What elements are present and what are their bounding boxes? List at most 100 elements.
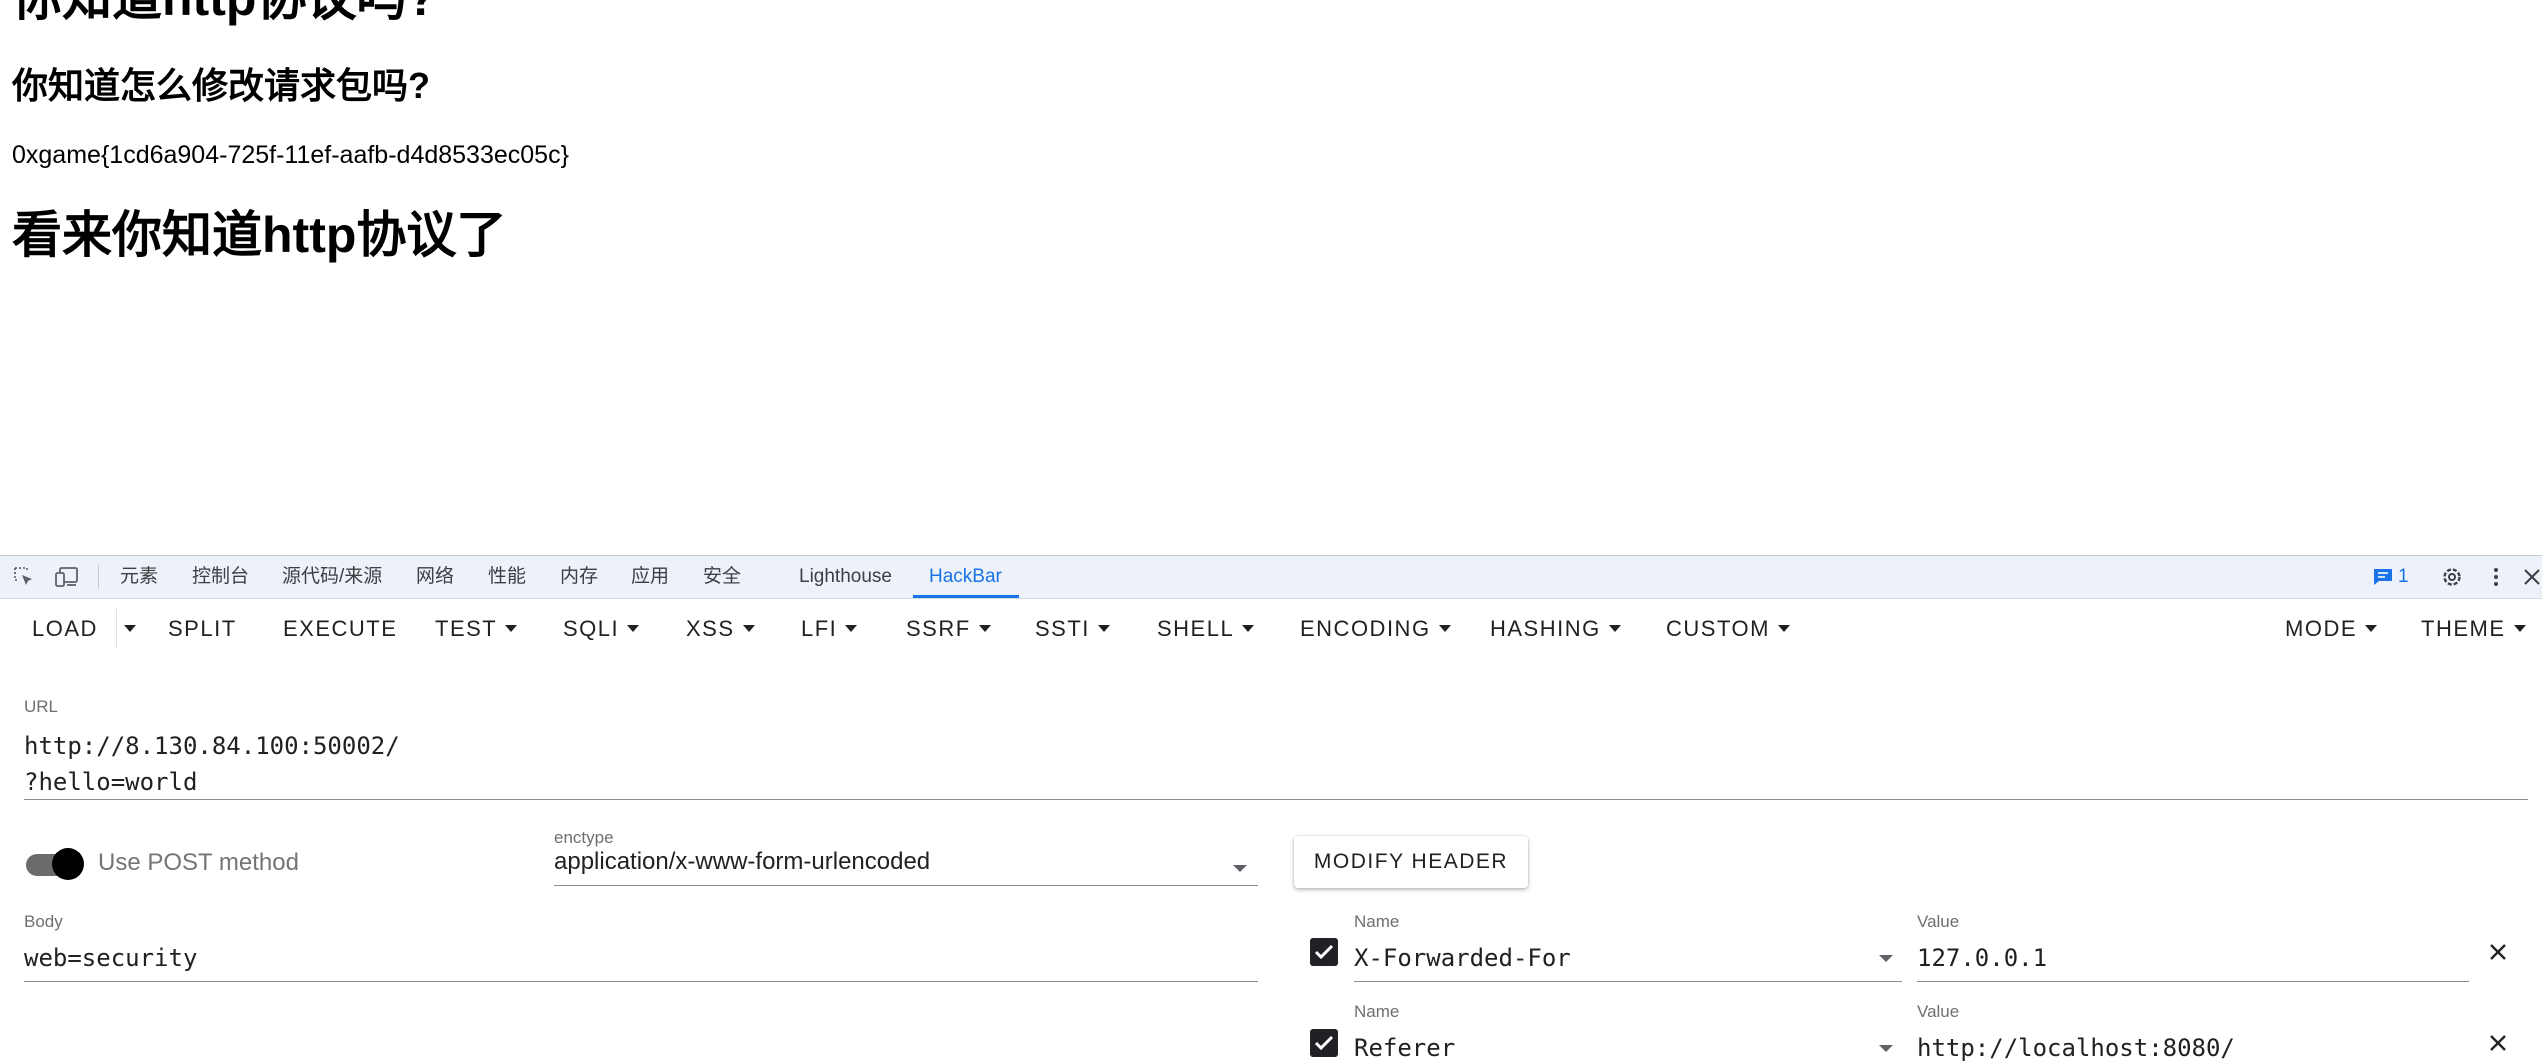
checkmark-icon [1314, 944, 1334, 960]
chevron-down-icon [1777, 624, 1790, 632]
settings-gear-icon[interactable] [2440, 565, 2464, 589]
test-menu[interactable]: TEST [435, 599, 518, 659]
chevron-down-icon [742, 624, 755, 632]
theme-menu-label: THEME [2421, 616, 2506, 641]
chevron-down-icon [978, 624, 991, 632]
xss-menu[interactable]: XSS [686, 599, 755, 659]
header-enabled-checkbox[interactable] [1310, 1029, 1338, 1057]
page-heading-bottom: 看来你知道http协议了 [12, 207, 507, 263]
header-name-chevron-down-icon[interactable] [1879, 1045, 1893, 1052]
tab-performance[interactable]: 性能 [488, 556, 526, 598]
tab-application[interactable]: 应用 [631, 556, 669, 598]
custom-menu-label: CUSTOM [1666, 616, 1770, 641]
test-menu-label: TEST [435, 616, 498, 641]
web-page-content: 你知道http协议吗? 你知道怎么修改请求包吗? 0xgame{1cd6a904… [0, 0, 2542, 555]
tab-sources[interactable]: 源代码/来源 [282, 556, 382, 598]
enctype-underline [554, 885, 1258, 886]
header-name-chevron-down-icon[interactable] [1879, 955, 1893, 962]
header-enabled-checkbox[interactable] [1310, 938, 1338, 966]
chevron-down-icon [505, 624, 518, 632]
issues-counter[interactable]: 1 [2372, 556, 2409, 598]
header-value-underline [1917, 981, 2469, 982]
xss-menu-label: XSS [686, 616, 735, 641]
modify-header-button[interactable]: MODIFY HEADER [1294, 836, 1528, 888]
header-value-input[interactable]: http://localhost:8080/ [1917, 1032, 2235, 1064]
mode-menu[interactable]: MODE [2285, 599, 2377, 659]
use-post-label: Use POST method [98, 849, 299, 876]
ssti-menu-label: SSTI [1035, 616, 1090, 641]
tab-lighthouse[interactable]: Lighthouse [799, 556, 892, 598]
page-subheading: 你知道怎么修改请求包吗? [12, 65, 430, 106]
remove-header-icon[interactable] [2488, 1033, 2508, 1053]
header-value-input[interactable]: 127.0.0.1 [1917, 942, 2047, 974]
load-button[interactable]: LOAD [32, 599, 98, 659]
body-input[interactable]: web=security [24, 942, 197, 974]
load-options-dropdown[interactable] [116, 599, 140, 659]
chevron-down-icon [1608, 624, 1621, 632]
sqli-menu[interactable]: SQLI [563, 599, 640, 659]
page-heading-top: 你知道http协议吗? [12, 0, 437, 28]
active-tab-indicator [913, 595, 1019, 598]
remove-header-icon[interactable] [2488, 942, 2508, 962]
inspect-element-icon[interactable] [12, 565, 36, 589]
tab-hackbar[interactable]: HackBar [929, 556, 1002, 598]
header-name-label: Name [1354, 1002, 1400, 1021]
header-value-label: Value [1917, 912, 1960, 931]
body-label: Body [24, 912, 63, 931]
chevron-down-icon [2513, 624, 2526, 632]
hackbar-toolbar: LOAD SPLIT EXECUTE TEST SQLI XSS LFI SSR… [0, 599, 2542, 659]
close-devtools-icon[interactable] [2522, 565, 2542, 589]
header-value-label: Value [1917, 1002, 1960, 1021]
enctype-select[interactable]: application/x-www-form-urlencoded [554, 848, 930, 876]
chevron-down-icon [124, 624, 136, 632]
chevron-down-icon [2365, 624, 2377, 632]
lfi-menu[interactable]: LFI [801, 599, 858, 659]
tabbar-separator [98, 565, 99, 589]
tab-console[interactable]: 控制台 [192, 556, 249, 598]
flag-text: 0xgame{1cd6a904-725f-11ef-aafb-d4d8533ec… [12, 141, 569, 169]
chevron-down-icon [1242, 624, 1255, 632]
hashing-menu-label: HASHING [1490, 616, 1601, 641]
more-options-icon[interactable] [2484, 565, 2508, 589]
tab-network[interactable]: 网络 [416, 556, 454, 598]
devtools-panel: 元素 控制台 源代码/来源 网络 性能 内存 应用 安全 Lighthouse … [0, 555, 2542, 1062]
custom-menu[interactable]: CUSTOM [1666, 599, 1790, 659]
enctype-chevron-down-icon[interactable] [1233, 865, 1247, 872]
hashing-menu[interactable]: HASHING [1490, 599, 1621, 659]
encoding-menu[interactable]: ENCODING [1300, 599, 1451, 659]
body-input-underline [24, 981, 1258, 982]
chevron-down-icon [1097, 624, 1110, 632]
url-input[interactable]: http://8.130.84.100:50002/ ?hello=world [24, 728, 400, 800]
shell-menu-label: SHELL [1157, 616, 1235, 641]
mode-menu-label: MODE [2285, 616, 2357, 641]
sqli-menu-label: SQLI [563, 616, 620, 641]
checkmark-icon [1314, 1035, 1334, 1051]
header-name-input[interactable]: X-Forwarded-For [1354, 942, 1571, 974]
enctype-label: enctype [554, 828, 614, 847]
split-button[interactable]: SPLIT [168, 599, 237, 659]
chevron-down-icon [845, 624, 858, 632]
ssrf-menu[interactable]: SSRF [906, 599, 991, 659]
execute-button[interactable]: EXECUTE [283, 599, 397, 659]
theme-menu[interactable]: THEME [2421, 599, 2526, 659]
header-name-input[interactable]: Referer [1354, 1032, 1455, 1064]
chevron-down-icon [627, 624, 640, 632]
issues-icon [2374, 568, 2392, 585]
ssti-menu[interactable]: SSTI [1035, 599, 1110, 659]
issues-count: 1 [2398, 566, 2409, 587]
tab-memory[interactable]: 内存 [560, 556, 598, 598]
toggle-knob [52, 848, 84, 880]
url-input-underline [24, 799, 2528, 800]
shell-menu[interactable]: SHELL [1157, 599, 1255, 659]
use-post-toggle[interactable] [24, 846, 86, 882]
header-name-label: Name [1354, 912, 1400, 931]
chevron-down-icon [1438, 624, 1451, 632]
ssrf-menu-label: SSRF [906, 616, 971, 641]
tab-elements[interactable]: 元素 [120, 556, 158, 598]
url-label: URL [24, 697, 59, 716]
devtools-tabbar: 元素 控制台 源代码/来源 网络 性能 内存 应用 安全 Lighthouse … [0, 556, 2542, 599]
header-name-underline [1354, 981, 1902, 982]
tab-security[interactable]: 安全 [703, 556, 741, 598]
encoding-menu-label: ENCODING [1300, 616, 1431, 641]
device-toolbar-icon[interactable] [54, 565, 78, 589]
